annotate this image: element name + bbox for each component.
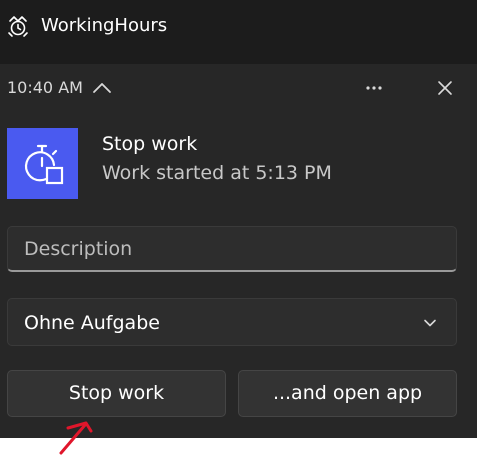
close-icon[interactable]: [433, 76, 457, 100]
stop-work-button[interactable]: Stop work: [7, 370, 226, 417]
screenshot-root: WorkingHours 10:40 AM Stop work Work sta…: [0, 0, 477, 457]
notification-body: Work started at 5:13 PM: [102, 162, 332, 184]
toast-notification: 10:40 AM Stop work Work started at 5:13 …: [0, 64, 477, 438]
open-app-button[interactable]: ...and open app: [238, 370, 457, 417]
app-header: WorkingHours: [0, 0, 477, 64]
task-select-value: Ohne Aufgabe: [24, 312, 160, 334]
chevron-down-icon: [424, 319, 436, 327]
red-arrow-annotation: [59, 421, 93, 455]
notification-time: 10:40 AM: [7, 78, 83, 97]
description-input[interactable]: [7, 226, 457, 272]
app-logo-icon: [8, 16, 28, 37]
chevron-up-icon[interactable]: [90, 76, 114, 100]
stopwatch-icon: [7, 128, 78, 199]
task-select[interactable]: Ohne Aufgabe: [7, 298, 457, 346]
notification-title: Stop work: [102, 133, 198, 155]
more-icon[interactable]: [360, 76, 388, 100]
app-title: WorkingHours: [41, 15, 168, 36]
notification-window: WorkingHours 10:40 AM Stop work Work sta…: [0, 0, 477, 438]
